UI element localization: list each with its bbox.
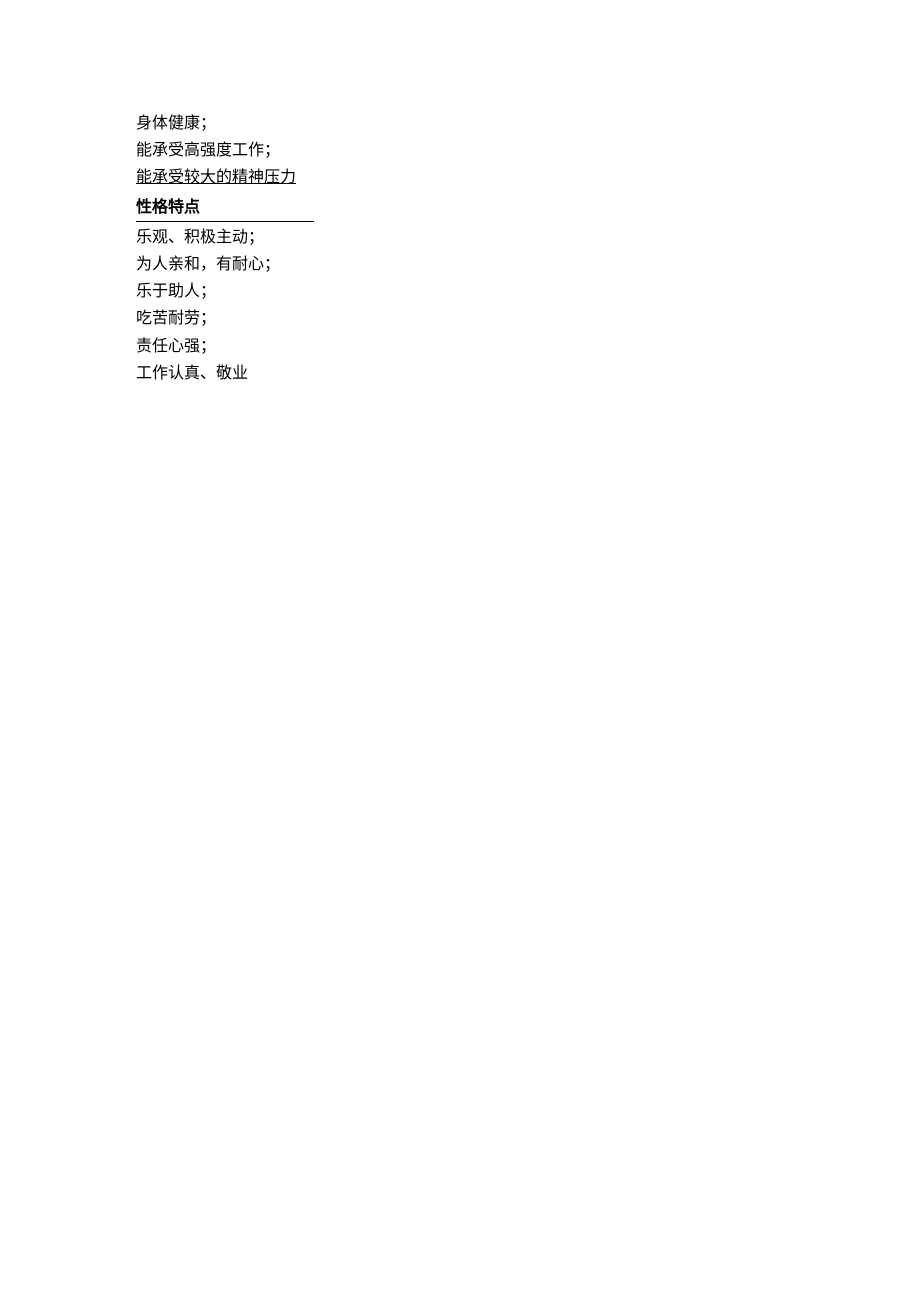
intro-line-2: 能承受高强度工作； — [136, 137, 776, 164]
trait-item-1: 乐观、积极主动； — [136, 224, 776, 251]
trait-item-6: 工作认真、敬业 — [136, 360, 776, 387]
section-heading: 性格特点 — [136, 194, 314, 222]
trait-item-5: 责任心强； — [136, 333, 776, 360]
trait-item-4: 吃苦耐劳； — [136, 305, 776, 332]
document-page: 身体健康； 能承受高强度工作； 能承受较大的精神压力 性格特点 乐观、积极主动；… — [0, 0, 776, 387]
intro-line-1: 身体健康； — [136, 110, 776, 137]
intro-line-3: 能承受较大的精神压力 — [136, 164, 776, 191]
trait-item-2: 为人亲和，有耐心； — [136, 251, 776, 278]
trait-item-3: 乐于助人； — [136, 278, 776, 305]
section-heading-container: 性格特点 — [136, 192, 776, 224]
